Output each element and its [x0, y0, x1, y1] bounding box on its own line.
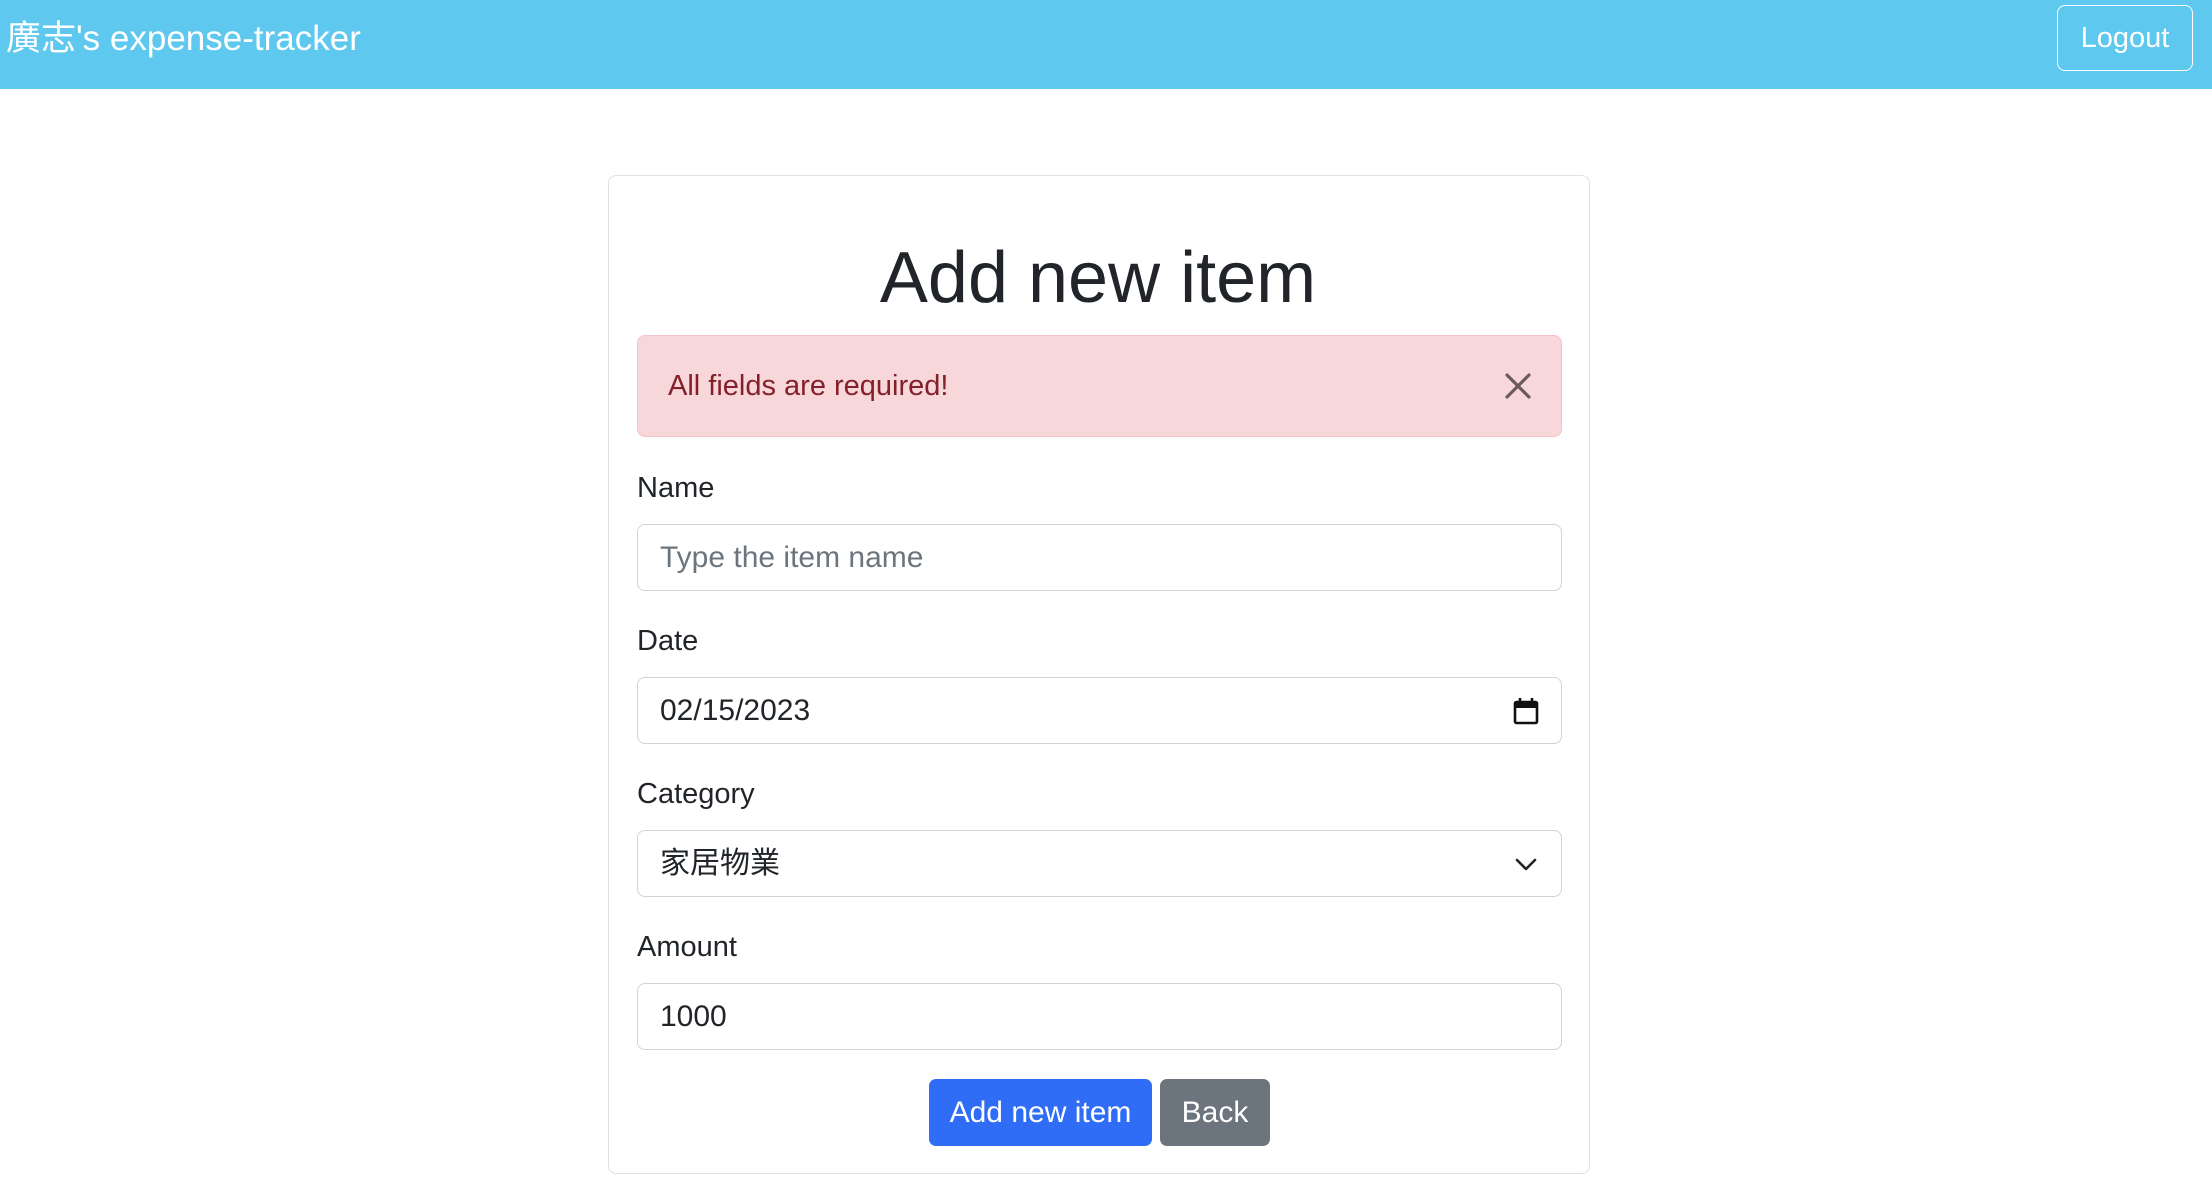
date-label: Date	[637, 625, 699, 657]
name-label: Name	[637, 472, 715, 504]
date-input[interactable]: 02/15/2023	[637, 677, 1562, 744]
add-item-button[interactable]: Add new item	[929, 1079, 1152, 1146]
chevron-down-icon	[1515, 858, 1537, 871]
alert-close-button[interactable]	[1496, 364, 1540, 408]
category-select[interactable]: 家居物業	[637, 830, 1562, 897]
back-button[interactable]: Back	[1160, 1079, 1270, 1146]
brand-title[interactable]: 廣志's expense-tracker	[6, 18, 361, 60]
amount-label: Amount	[637, 931, 737, 963]
category-selected-value: 家居物業	[660, 847, 780, 880]
amount-input[interactable]	[637, 983, 1562, 1050]
name-input[interactable]	[637, 524, 1562, 591]
logout-button[interactable]: Logout	[2057, 5, 2193, 71]
date-value: 02/15/2023	[660, 694, 811, 727]
close-icon	[1505, 373, 1531, 399]
navbar: 廣志's expense-tracker Logout	[0, 0, 2212, 89]
calendar-icon[interactable]	[1508, 694, 1544, 730]
error-alert: All fields are required!	[637, 335, 1562, 437]
category-label: Category	[637, 778, 755, 810]
alert-message: All fields are required!	[668, 370, 949, 402]
page-title: Add new item	[879, 238, 1317, 318]
